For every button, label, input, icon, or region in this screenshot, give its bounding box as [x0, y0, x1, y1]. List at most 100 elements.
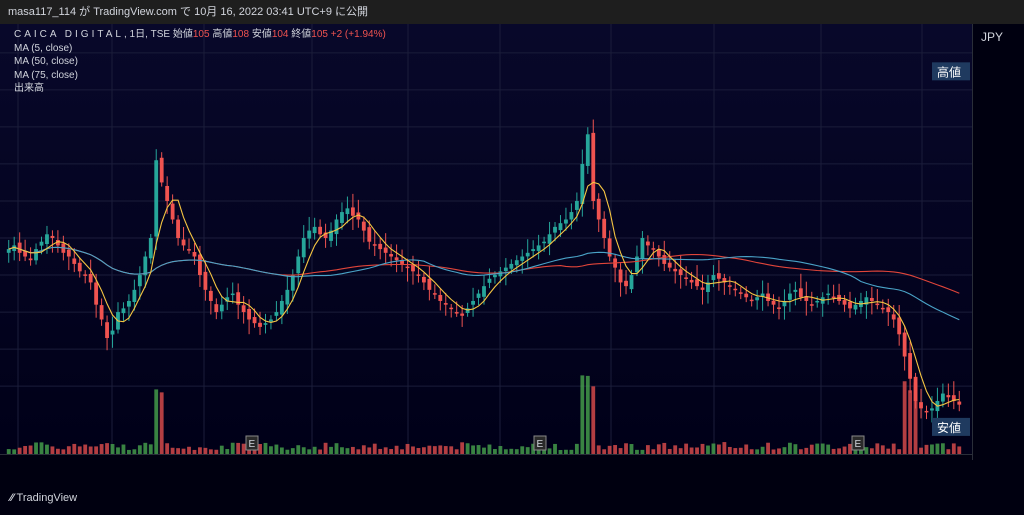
candle-body — [629, 275, 634, 290]
legend-symbol: CAICA DIGITAL — [14, 29, 124, 40]
volume-bar — [323, 442, 328, 454]
volume-bar — [940, 443, 945, 454]
volume-bar — [656, 444, 661, 454]
volume-bar — [935, 443, 940, 454]
legend-change: +2 (+1.94%) — [330, 29, 386, 40]
candle-body — [525, 252, 530, 257]
volume-bar — [116, 447, 120, 454]
volume-bar — [924, 444, 929, 454]
volume-bar — [110, 444, 115, 454]
volume-bar — [487, 444, 492, 454]
candle-body — [493, 275, 497, 278]
volume-bar — [684, 443, 689, 454]
candle-body — [716, 273, 721, 279]
price-axis[interactable]: JPY — [972, 24, 1024, 460]
candle-body — [72, 258, 77, 264]
volume-bar — [520, 446, 525, 454]
candle-body — [558, 223, 563, 231]
volume-bar — [788, 442, 792, 454]
candle-body — [547, 234, 552, 244]
candle-body — [378, 243, 383, 250]
earnings-marker-label: E — [537, 439, 544, 450]
legend-open-label: 始値 — [172, 29, 193, 40]
candle-body — [39, 241, 44, 246]
volume-bar — [826, 444, 831, 454]
candle-body — [667, 262, 672, 268]
candle-body — [148, 238, 153, 259]
volume-bar — [296, 445, 301, 454]
candle-body — [301, 238, 306, 258]
legend-indicator-ma50[interactable]: MA (50, close) — [14, 55, 386, 69]
volume-bar — [891, 443, 896, 454]
candle-body — [831, 296, 836, 299]
candle-body — [389, 254, 394, 257]
volume-bar — [596, 445, 601, 454]
tradingview-logo[interactable]: ⁄⁄ TradingView — [10, 492, 77, 504]
volume-bar — [105, 443, 109, 454]
volume-bar — [83, 444, 88, 454]
candle-body — [411, 264, 415, 272]
candle-body — [203, 271, 208, 290]
volume-bar — [432, 446, 437, 454]
candle-body — [700, 287, 705, 290]
volume-bar — [722, 442, 727, 454]
volume-bar — [727, 446, 732, 454]
candle-body — [241, 305, 246, 313]
candle-body — [476, 293, 481, 298]
candle-body — [531, 249, 536, 252]
candle-body — [367, 227, 372, 242]
volume-bar — [711, 443, 716, 454]
candle-body — [809, 304, 814, 306]
volume-bar — [121, 444, 126, 454]
candle-body — [940, 393, 945, 402]
legend-close: 105 — [311, 29, 328, 40]
volume-bar — [263, 442, 268, 454]
high-badge-label: 高値 — [937, 64, 961, 79]
volume-bar — [143, 442, 148, 454]
candle-body — [334, 219, 339, 235]
candle-body — [711, 275, 716, 281]
candle-body — [170, 203, 175, 220]
candle-body — [509, 263, 514, 269]
volume-bar — [930, 444, 934, 454]
earnings-marker-label: E — [249, 439, 256, 450]
candle-body — [771, 300, 776, 305]
candle-body — [137, 275, 142, 287]
volume-bar — [361, 445, 366, 454]
volume-bar — [137, 445, 142, 454]
volume-bar — [662, 442, 667, 454]
volume-bar — [88, 446, 93, 454]
candle-body — [788, 293, 792, 300]
volume-bar — [28, 445, 33, 454]
candle-body — [176, 219, 180, 238]
volume-bar — [45, 444, 49, 454]
time-axis[interactable] — [0, 454, 972, 483]
candle-body — [127, 300, 131, 307]
volume-bar — [274, 444, 279, 454]
candle-body — [45, 234, 49, 245]
volume-bar — [902, 381, 907, 454]
legend-indicator-volume[interactable]: 出来高 — [14, 82, 386, 96]
volume-bar — [334, 443, 339, 454]
volume-bar — [383, 447, 388, 454]
candle-body — [181, 239, 186, 246]
legend-ohlc-row: CAICA DIGITAL, 1日, TSE 始値105 高値108 安値104… — [14, 29, 386, 40]
legend-indicator-ma75[interactable]: MA (75, close) — [14, 69, 386, 83]
volume-bar — [66, 446, 71, 454]
legend-indicator-ma5[interactable]: MA (5, close) — [14, 42, 386, 56]
candle-body — [957, 401, 962, 405]
candle-body — [798, 288, 803, 298]
volume-bar — [34, 442, 38, 454]
candle-body — [312, 226, 317, 234]
volume-bar — [624, 443, 628, 454]
candle-body — [143, 256, 148, 276]
candle-body — [738, 292, 743, 294]
candle-body — [930, 408, 934, 411]
candle-body — [880, 307, 885, 310]
legend-high: 108 — [232, 29, 250, 40]
volume-bar — [405, 443, 410, 454]
candle-body — [192, 252, 197, 257]
candle-body — [208, 290, 213, 301]
candle-body — [345, 208, 350, 215]
volume-bar — [230, 442, 235, 454]
